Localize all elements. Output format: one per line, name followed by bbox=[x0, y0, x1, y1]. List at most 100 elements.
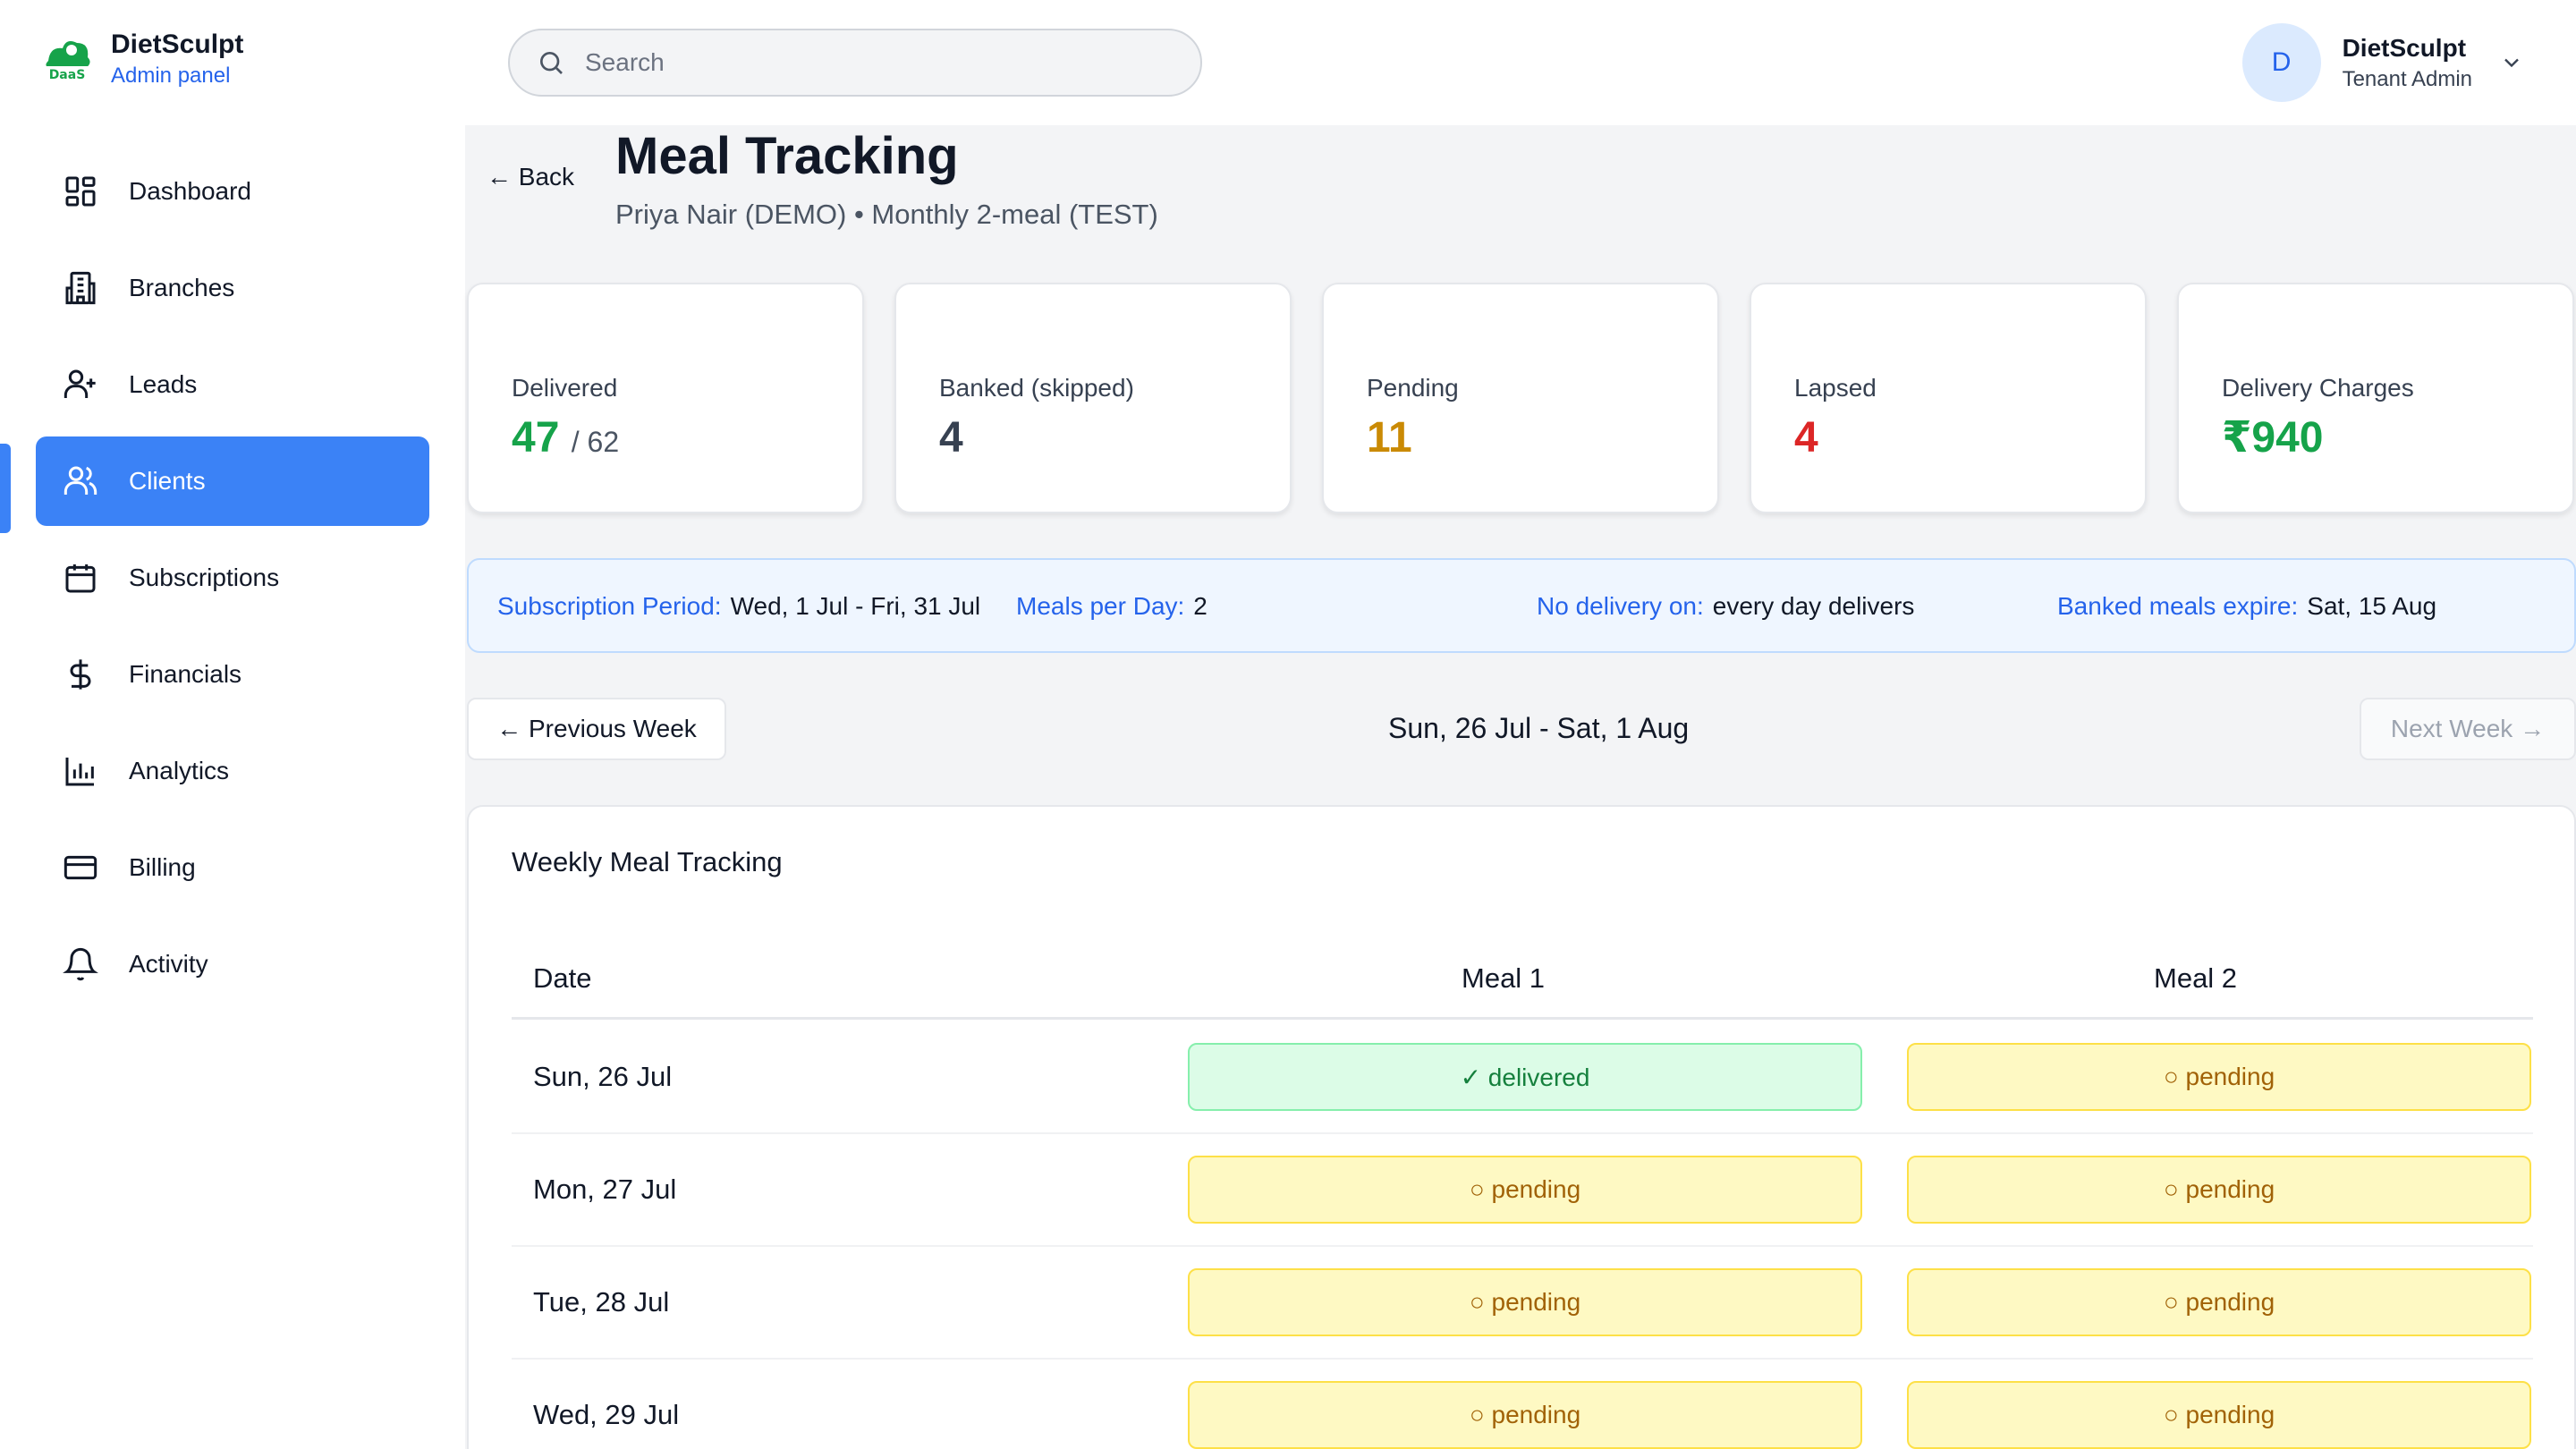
table-header: Date Meal 1 Meal 2 bbox=[512, 950, 2533, 1020]
row-date: Tue, 28 Jul bbox=[533, 1286, 670, 1318]
sidebar-item-branches[interactable]: Branches bbox=[36, 243, 429, 333]
row-date: Mon, 27 Jul bbox=[533, 1174, 677, 1205]
info-label: Subscription Period: bbox=[497, 592, 722, 620]
sidebar-item-dashboard[interactable]: Dashboard bbox=[36, 147, 429, 236]
meals-per-day: Meals per Day: 2 bbox=[1016, 592, 1208, 621]
sidebar-item-subscriptions[interactable]: Subscriptions bbox=[36, 533, 429, 623]
info-label: Meals per Day: bbox=[1016, 592, 1185, 620]
stats-row: Delivered 47 / 62 Banked (skipped) 4 Pen… bbox=[467, 283, 2576, 515]
brand-name: DietSculpt bbox=[111, 30, 244, 59]
active-indicator bbox=[0, 444, 11, 533]
sidebar: DaaS DietSculpt Admin panel Dashboard Br… bbox=[0, 0, 465, 1449]
week-range: Sun, 26 Jul - Sat, 1 Aug bbox=[1388, 712, 1690, 744]
column-header-date: Date bbox=[533, 962, 592, 994]
subscription-period: Subscription Period: Wed, 1 Jul - Fri, 31… bbox=[497, 592, 980, 621]
card-title: Weekly Meal Tracking bbox=[512, 846, 783, 877]
brand-logo-icon: DaaS bbox=[43, 41, 91, 82]
bar-chart-icon bbox=[65, 758, 94, 786]
user-name: DietSculpt bbox=[2342, 34, 2467, 62]
stat-label: Delivered bbox=[512, 374, 618, 402]
stat-value: 47 / 62 bbox=[512, 411, 862, 469]
info-value: 2 bbox=[1193, 592, 1208, 620]
calendar-icon bbox=[65, 564, 96, 593]
table-row: Tue, 28 Jul ○ pending ○ pending bbox=[512, 1247, 2533, 1360]
previous-week-button[interactable]: ← Previous Week bbox=[467, 698, 726, 760]
stat-label: Delivery Charges bbox=[2222, 374, 2414, 402]
search-icon bbox=[540, 52, 563, 74]
topbar: D DietSculpt Tenant Admin bbox=[465, 0, 2576, 125]
stat-value: ₹940 bbox=[2222, 414, 2324, 462]
brand-subtitle: Admin panel bbox=[111, 64, 231, 88]
user-plus-icon bbox=[64, 369, 96, 398]
stat-label: Pending bbox=[1367, 374, 1459, 402]
page-subtitle: Priya Nair (DEMO) • Monthly 2-meal (TEST… bbox=[615, 199, 1158, 230]
stat-label: Banked (skipped) bbox=[939, 374, 1134, 402]
delivered-total: / 62 bbox=[571, 426, 620, 458]
next-week-button[interactable]: Next Week → bbox=[2360, 698, 2576, 760]
meal-status-button[interactable]: ○ pending bbox=[1907, 1043, 2531, 1111]
stat-value: 11 bbox=[1367, 414, 1412, 462]
table-row: Sun, 26 Jul ✓ delivered ○ pending bbox=[512, 1021, 2533, 1134]
table-row: Wed, 29 Jul ○ pending ○ pending bbox=[512, 1360, 2533, 1449]
sidebar-item-label: Billing bbox=[129, 853, 196, 881]
meal-status-button[interactable]: ○ pending bbox=[1907, 1156, 2531, 1224]
brand[interactable]: DaaS DietSculpt Admin panel bbox=[39, 27, 243, 89]
dashboard-icon bbox=[65, 176, 96, 207]
meal-status-button[interactable]: ○ pending bbox=[1907, 1268, 2531, 1336]
sidebar-item-label: Clients bbox=[129, 467, 206, 495]
meal-status-button[interactable]: ○ pending bbox=[1907, 1381, 2531, 1449]
banked-meals-expire: Banked meals expire: Sat, 15 Aug bbox=[2057, 592, 2436, 621]
column-header-meal-2: Meal 2 bbox=[2154, 962, 2238, 994]
stat-card-delivery-charges: Delivery Charges ₹940 bbox=[2177, 283, 2574, 513]
meal-status-button[interactable]: ✓ delivered bbox=[1188, 1043, 1862, 1111]
info-value: every day delivers bbox=[1712, 592, 1915, 620]
sidebar-item-activity[interactable]: Activity bbox=[36, 919, 429, 1009]
stat-card-delivered: Delivered 47 / 62 bbox=[467, 283, 864, 513]
column-header-meal-1: Meal 1 bbox=[1462, 962, 1546, 994]
delivered-count: 47 bbox=[512, 414, 560, 462]
sidebar-item-label: Analytics bbox=[129, 757, 230, 784]
users-icon bbox=[64, 466, 97, 495]
svg-text:DaaS: DaaS bbox=[49, 68, 86, 82]
sidebar-item-billing[interactable]: Billing bbox=[36, 823, 429, 912]
sidebar-item-label: Dashboard bbox=[129, 177, 251, 205]
info-label: Banked meals expire: bbox=[2057, 592, 2299, 620]
subscription-info-bar: Subscription Period: Wed, 1 Jul - Fri, 31… bbox=[467, 558, 2576, 653]
sidebar-item-financials[interactable]: Financials bbox=[36, 630, 429, 719]
user-menu[interactable]: D DietSculpt Tenant Admin bbox=[2241, 23, 2524, 102]
bell-icon bbox=[63, 947, 98, 981]
stat-card-banked: Banked (skipped) 4 bbox=[894, 283, 1292, 513]
stat-card-lapsed: Lapsed 4 bbox=[1750, 283, 2147, 513]
sidebar-item-label: Financials bbox=[129, 660, 242, 688]
credit-card-icon bbox=[64, 855, 97, 880]
page-title: Meal Tracking bbox=[615, 127, 959, 185]
main-content: ← Back Meal Tracking Priya Nair (DEMO) •… bbox=[465, 125, 2576, 1449]
dollar-icon bbox=[70, 659, 91, 690]
table-row: Mon, 27 Jul ○ pending ○ pending bbox=[512, 1134, 2533, 1247]
sidebar-item-label: Branches bbox=[129, 274, 235, 301]
sidebar-item-analytics[interactable]: Analytics bbox=[36, 726, 429, 816]
stat-value: 4 bbox=[939, 414, 963, 462]
back-button[interactable]: ← Back bbox=[487, 163, 574, 191]
info-value: Sat, 15 Aug bbox=[2307, 592, 2437, 620]
chevron-down-icon[interactable] bbox=[2499, 50, 2524, 75]
row-date: Sun, 26 Jul bbox=[533, 1061, 673, 1092]
sidebar-item-label: Subscriptions bbox=[129, 564, 280, 591]
sidebar-item-clients[interactable]: Clients bbox=[36, 436, 429, 526]
search-input[interactable] bbox=[585, 48, 1122, 77]
sidebar-item-leads[interactable]: Leads bbox=[36, 340, 429, 429]
meal-status-button[interactable]: ○ pending bbox=[1188, 1268, 1862, 1336]
stat-card-pending: Pending 11 bbox=[1322, 283, 1719, 513]
sidebar-nav: Dashboard Branches Leads Clients Subscri… bbox=[36, 147, 429, 1016]
weekly-meal-tracking-card: Weekly Meal Tracking Date Meal 1 Meal 2 … bbox=[467, 805, 2576, 1449]
avatar[interactable]: D bbox=[2241, 23, 2321, 102]
stat-label: Lapsed bbox=[1794, 374, 1877, 402]
no-delivery-on: No delivery on: every day delivers bbox=[1537, 592, 1914, 621]
search-box[interactable] bbox=[508, 29, 1202, 97]
meal-status-button[interactable]: ○ pending bbox=[1188, 1156, 1862, 1224]
row-date: Wed, 29 Jul bbox=[533, 1399, 680, 1430]
sidebar-item-label: Activity bbox=[129, 950, 208, 978]
meal-status-button[interactable]: ○ pending bbox=[1188, 1381, 1862, 1449]
sidebar-item-label: Leads bbox=[129, 370, 198, 398]
info-label: No delivery on: bbox=[1537, 592, 1704, 620]
